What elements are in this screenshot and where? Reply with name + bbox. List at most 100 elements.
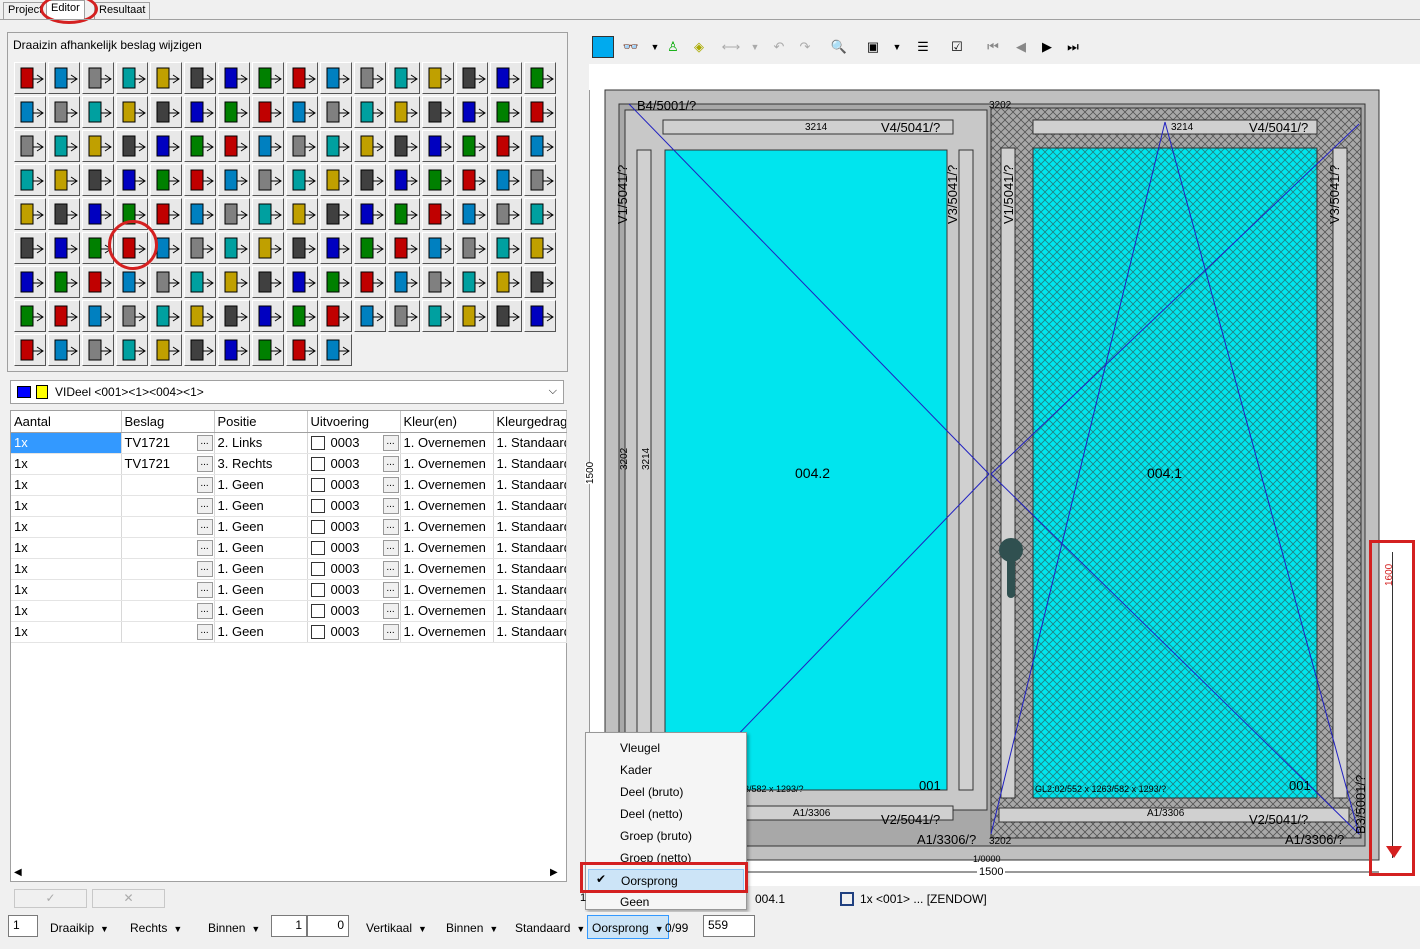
tool-button[interactable] — [218, 96, 250, 128]
ellipsis-button[interactable]: ... — [382, 560, 399, 577]
cell-beslag[interactable]: ... — [121, 621, 215, 643]
last-icon[interactable]: ⏭ — [1062, 36, 1084, 58]
cell-uitvoering[interactable]: 0003... — [307, 516, 401, 538]
tool-button[interactable] — [252, 164, 284, 196]
cell-aantal[interactable]: 1x — [11, 432, 122, 454]
cell-positie[interactable]: 1. Geen — [214, 474, 308, 496]
tool-button[interactable] — [524, 164, 556, 196]
cell-beslag[interactable]: TV1721... — [121, 432, 215, 454]
tool-button[interactable] — [354, 164, 386, 196]
tool-button[interactable] — [184, 300, 216, 332]
tool-button[interactable] — [286, 62, 318, 94]
tool-button[interactable] — [490, 62, 522, 94]
tool-button[interactable] — [320, 96, 352, 128]
tool-button[interactable] — [14, 130, 46, 162]
cell-kleur[interactable]: 1. Overnemen — [400, 537, 494, 559]
cell-beslag[interactable]: TV1721... — [121, 453, 215, 475]
tool-button[interactable] — [48, 130, 80, 162]
chevron-down-icon[interactable]: ▼ — [886, 36, 908, 58]
tool-button[interactable] — [116, 334, 148, 366]
table-row[interactable]: 1x... 1. Geen 0003... 1. Overnemen 1. Standa… — [11, 474, 567, 496]
tool-button[interactable] — [150, 62, 182, 94]
tool-button[interactable] — [116, 300, 148, 332]
redo-icon[interactable]: ↷ — [794, 36, 816, 58]
cell-aantal[interactable]: 1x — [11, 621, 122, 643]
cell-kleurgedrag[interactable]: 1. Standaard — [493, 453, 567, 475]
tool-button[interactable] — [82, 164, 114, 196]
chevron-down-icon[interactable]: ▼ — [744, 36, 766, 58]
tool-button[interactable] — [14, 334, 46, 366]
cell-aantal[interactable]: 1x — [11, 495, 122, 517]
cell-beslag[interactable]: ... — [121, 600, 215, 622]
col-positie[interactable]: Positie — [214, 411, 308, 433]
tool-button[interactable] — [150, 164, 182, 196]
swatch-checkbox[interactable] — [310, 604, 325, 619]
oorsprong-select[interactable]: Oorsprong ▼ — [587, 915, 669, 939]
tool-button[interactable] — [116, 266, 148, 298]
tool-button[interactable] — [14, 232, 46, 264]
tool-button[interactable] — [150, 198, 182, 230]
tool-button[interactable] — [388, 232, 420, 264]
tool-button[interactable] — [354, 232, 386, 264]
cell-uitvoering[interactable]: 0003... — [307, 600, 401, 622]
cell-uitvoering[interactable]: 0003... — [307, 537, 401, 559]
tool-button[interactable] — [456, 300, 488, 332]
menu-item-kader[interactable]: Kader — [620, 759, 652, 781]
table-row[interactable]: 1x... 1. Geen 0003... 1. Overnemen 1. Standa… — [11, 621, 567, 643]
tool-button[interactable] — [490, 198, 522, 230]
rechts-select[interactable]: Rechts ▼ — [130, 915, 182, 941]
tool-button[interactable] — [320, 130, 352, 162]
menu-item-deel-bruto[interactable]: Deel (bruto) — [620, 781, 683, 803]
ellipsis-button[interactable]: ... — [196, 560, 213, 577]
ellipsis-button[interactable]: ... — [196, 497, 213, 514]
swatch-checkbox[interactable] — [310, 478, 325, 493]
tool-button[interactable] — [48, 96, 80, 128]
tool-button[interactable] — [388, 198, 420, 230]
cell-beslag[interactable]: ... — [121, 495, 215, 517]
cell-aantal[interactable]: 1x — [11, 600, 122, 622]
tool-button[interactable] — [184, 266, 216, 298]
cell-kleur[interactable]: 1. Overnemen — [400, 453, 494, 475]
tool-button[interactable] — [422, 96, 454, 128]
tool-button[interactable] — [456, 130, 488, 162]
tool-button[interactable] — [218, 62, 250, 94]
ellipsis-button[interactable]: ... — [196, 623, 213, 640]
tool-button[interactable] — [422, 198, 454, 230]
tool-button[interactable] — [320, 232, 352, 264]
cell-aantal[interactable]: 1x — [11, 537, 122, 559]
frame-icon[interactable]: ▣ — [862, 36, 884, 58]
col-uitvoering[interactable]: Uitvoering — [307, 411, 401, 433]
swatch-checkbox[interactable] — [310, 562, 325, 577]
cell-kleurgedrag[interactable]: 1. Standaard — [493, 558, 567, 580]
tool-button[interactable] — [354, 198, 386, 230]
tool-button[interactable] — [82, 266, 114, 298]
cell-uitvoering[interactable]: 0003... — [307, 495, 401, 517]
ellipsis-button[interactable]: ... — [382, 497, 399, 514]
ellipsis-button[interactable]: ... — [382, 602, 399, 619]
tool-button[interactable] — [286, 164, 318, 196]
swatch-checkbox[interactable] — [310, 520, 325, 535]
grid-scroll-right[interactable]: ▶ — [550, 867, 558, 878]
ellipsis-button[interactable]: ... — [196, 476, 213, 493]
tool-button[interactable] — [388, 300, 420, 332]
tool-button[interactable] — [286, 96, 318, 128]
cell-kleurgedrag[interactable]: 1. Standaard — [493, 432, 567, 454]
tool-button[interactable] — [252, 130, 284, 162]
cell-aantal[interactable]: 1x — [11, 453, 122, 475]
tool-button[interactable] — [286, 198, 318, 230]
view-icon[interactable] — [592, 36, 614, 58]
tool-button[interactable] — [320, 300, 352, 332]
cell-beslag[interactable]: ... — [121, 558, 215, 580]
cell-aantal[interactable]: 1x — [11, 516, 122, 538]
tool-button[interactable] — [456, 198, 488, 230]
tool-button[interactable] — [48, 62, 80, 94]
ellipsis-button[interactable]: ... — [382, 581, 399, 598]
ellipsis-button[interactable]: ... — [196, 602, 213, 619]
tool-button[interactable] — [456, 164, 488, 196]
ellipsis-button[interactable]: ... — [382, 518, 399, 535]
tool-button[interactable] — [252, 266, 284, 298]
tool-button[interactable] — [252, 62, 284, 94]
col-beslag[interactable]: Beslag — [121, 411, 215, 433]
tool-button[interactable] — [48, 334, 80, 366]
tool-button[interactable] — [48, 198, 80, 230]
